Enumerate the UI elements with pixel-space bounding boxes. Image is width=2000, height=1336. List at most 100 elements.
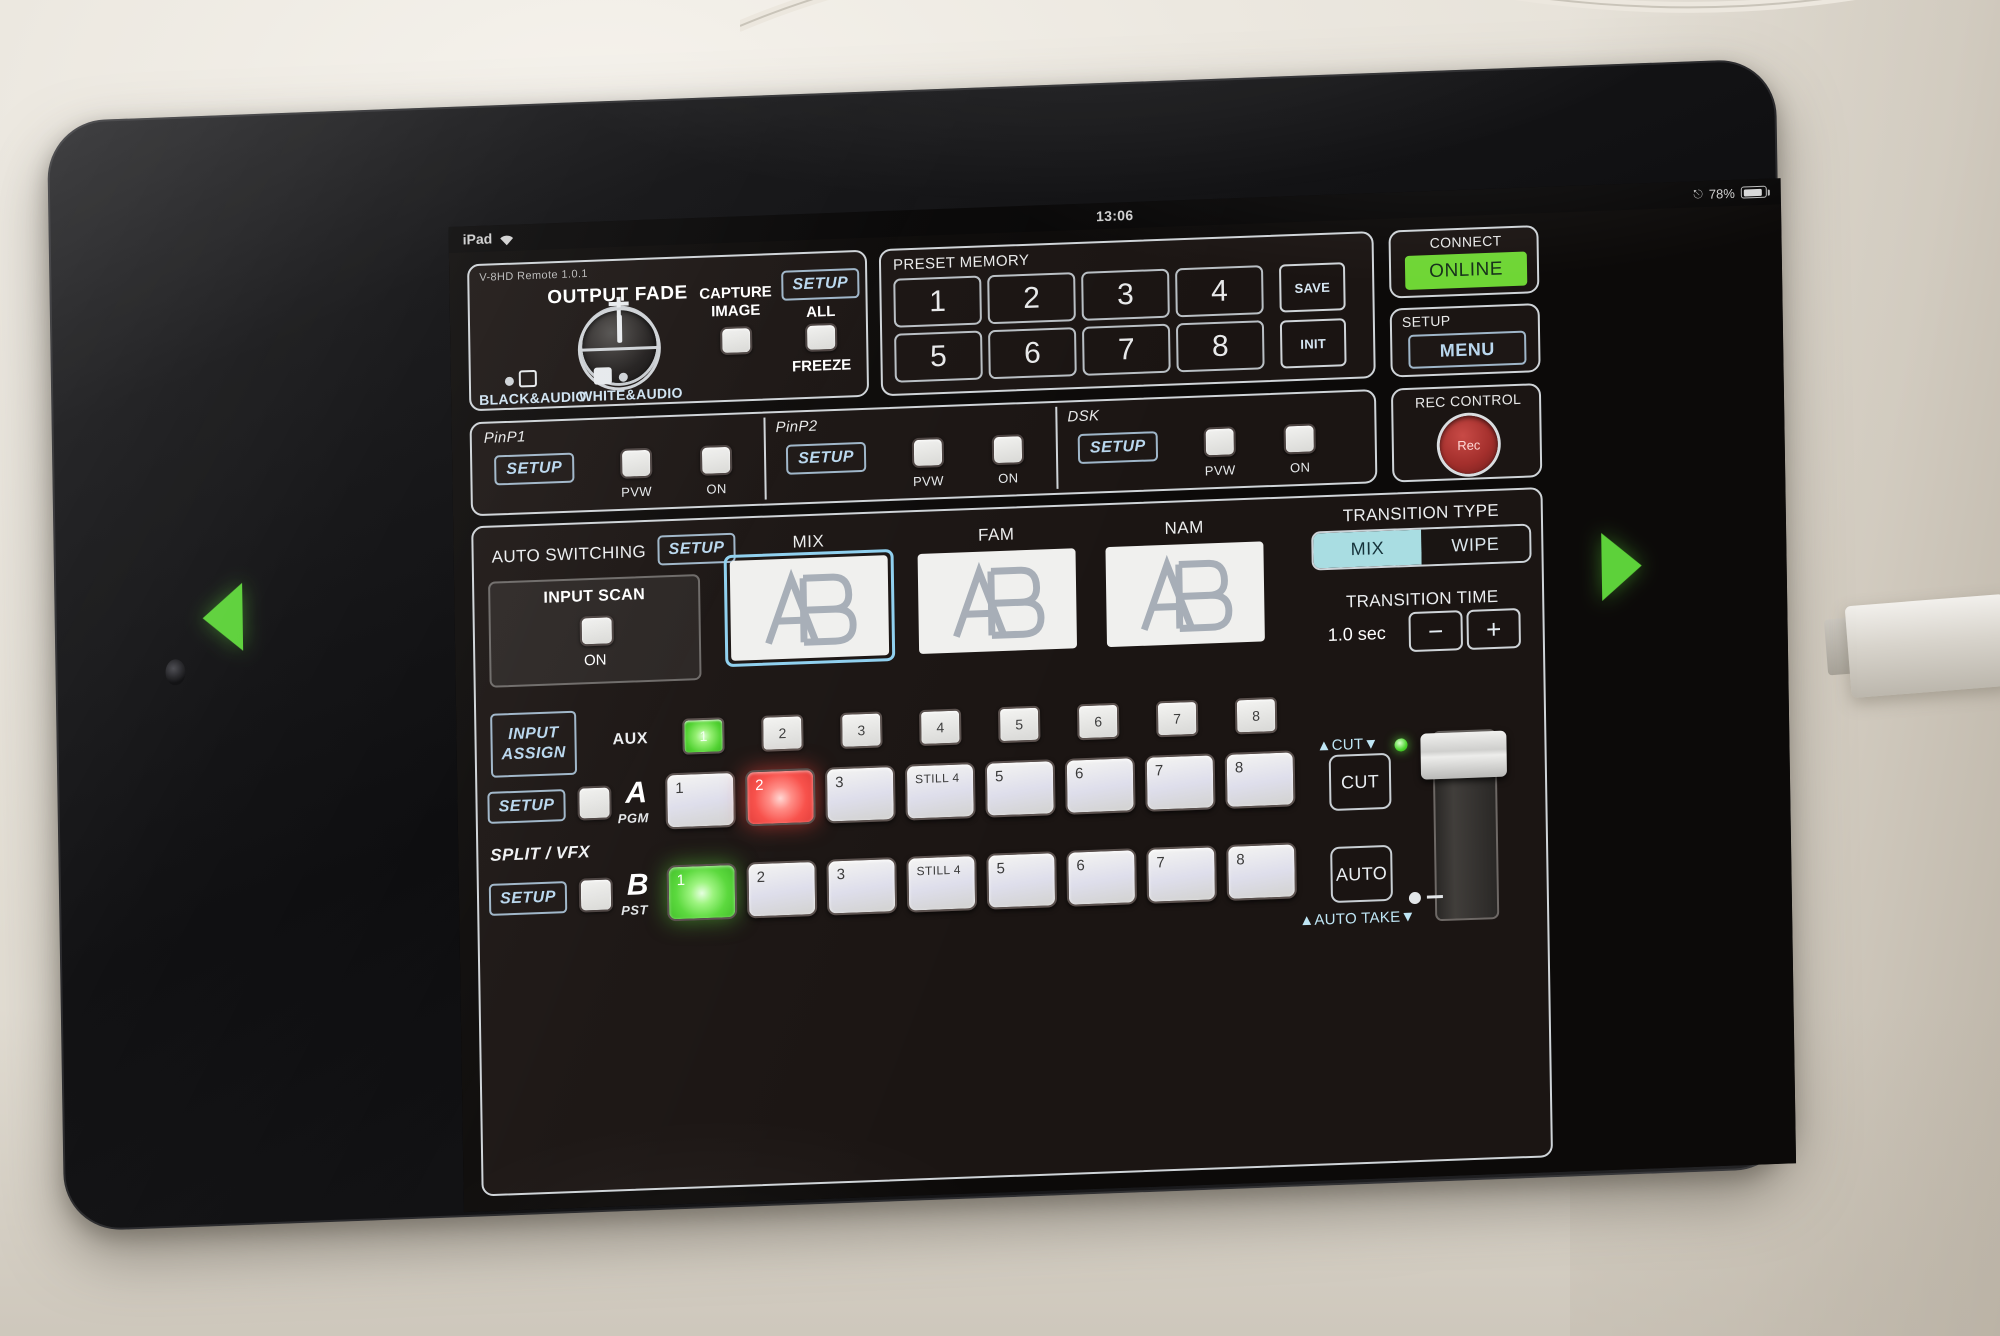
auto-switching-setup-button[interactable]: SETUP (657, 532, 736, 566)
menu-button[interactable]: MENU (1408, 330, 1527, 369)
connect-status-button[interactable]: ONLINE (1404, 251, 1528, 290)
cut-button[interactable]: CUT (1328, 752, 1392, 812)
transition-type-segmented[interactable]: MIX WIPE (1311, 523, 1532, 571)
preset-memory-button[interactable]: 8 (1175, 320, 1265, 373)
preview-thumbnail-image (1105, 541, 1265, 648)
source-button[interactable]: STILL 4 (904, 762, 976, 821)
source-button[interactable]: 1 (665, 770, 736, 830)
preset-memory-panel: PRESET MEMORY 1234 5678 SAVE INIT (878, 231, 1376, 397)
capture-setup-button[interactable]: SETUP (781, 267, 860, 301)
aux-button[interactable]: 1 (682, 717, 725, 755)
bus-b-button-row: 1 2 3 STILL 4 5 6 7 8 (666, 842, 1306, 922)
input-assign-line2: ASSIGN (501, 744, 567, 764)
preset-memory-button[interactable]: 4 (1175, 265, 1264, 318)
source-button[interactable]: 1 (666, 862, 738, 922)
page-prev-button[interactable] (202, 582, 244, 653)
bus-a-setup-button[interactable]: SETUP (487, 789, 566, 824)
source-button-label: 1 (675, 779, 684, 798)
source-button[interactable]: 2 (746, 859, 818, 919)
source-button[interactable]: STILL 4 (906, 854, 978, 913)
bus-b-letter: B (626, 868, 649, 902)
setup-menu-title: SETUP (1401, 312, 1451, 331)
bus-a-split-button[interactable] (577, 785, 612, 821)
pinp1-on-button[interactable] (699, 444, 733, 476)
preset-memory-button[interactable]: 1 (893, 275, 982, 328)
cut-indicator-label: ▲CUT▼ (1316, 735, 1379, 755)
source-button[interactable]: 3 (824, 765, 896, 824)
ipad-screen: iPad 13:06 ⎋ 78% V-8HD Remote 1.0.1 OUTP… (248, 125, 1797, 1213)
preset-memory-button[interactable]: 5 (894, 330, 983, 383)
aux-button[interactable]: 5 (997, 705, 1041, 744)
capture-all-label: ALL (806, 302, 836, 321)
source-button-label: 6 (1074, 765, 1084, 783)
transition-type-wipe[interactable]: WIPE (1421, 525, 1530, 565)
aux-button[interactable]: 2 (761, 714, 804, 752)
pinp2-pvw-button[interactable] (911, 436, 945, 469)
aux-button[interactable]: 8 (1234, 696, 1278, 735)
source-button[interactable]: 8 (1226, 842, 1297, 901)
preset-memory-button[interactable]: 6 (988, 327, 1077, 380)
input-assign-button[interactable]: INPUT ASSIGN (490, 710, 578, 778)
pinp1-title: PinP1 (483, 428, 526, 447)
preset-save-button[interactable]: SAVE (1278, 262, 1346, 313)
auto-take-label: ▲AUTO TAKE▼ (1299, 908, 1416, 930)
preset-memory-button[interactable]: 3 (1081, 268, 1170, 321)
usb-dongle (1844, 593, 2000, 699)
source-button-label: STILL 4 (916, 862, 962, 879)
preview-thumbnail[interactable]: NAM (1105, 518, 1265, 648)
source-button[interactable]: 5 (984, 759, 1056, 818)
page-next-button[interactable] (1601, 531, 1643, 601)
dsk-title: DSK (1067, 407, 1100, 426)
source-button-label: 6 (1076, 857, 1085, 875)
rotation-lock-icon: ⎋ (1693, 186, 1703, 201)
input-scan-toggle[interactable] (579, 615, 615, 647)
preview-thumbnail[interactable]: FAM (917, 524, 1078, 655)
pinp2-setup-button[interactable]: SETUP (785, 441, 867, 475)
pinp1-pvw-button[interactable] (619, 447, 653, 479)
source-button[interactable]: 5 (986, 851, 1058, 910)
aux-button[interactable]: 6 (1076, 702, 1120, 741)
transition-type-mix[interactable]: MIX (1313, 529, 1422, 569)
dsk-on-label: ON (1289, 459, 1311, 476)
preset-memory-grid: 1234 5678 (893, 265, 1265, 383)
auto-button[interactable]: AUTO (1330, 844, 1393, 904)
preset-memory-button[interactable]: 7 (1081, 323, 1171, 376)
rec-control-panel: REC CONTROL Rec (1390, 383, 1543, 483)
battery-icon (1740, 185, 1767, 199)
preset-init-button[interactable]: INIT (1279, 318, 1347, 369)
photo-scene: iPad 13:06 ⎋ 78% V-8HD Remote 1.0.1 OUTP… (0, 0, 2000, 1336)
freeze-button[interactable] (804, 322, 838, 353)
source-button-label: 7 (1154, 762, 1164, 780)
transition-time-minus-button[interactable]: − (1408, 610, 1464, 653)
aux-button[interactable]: 7 (1155, 699, 1199, 738)
source-button[interactable]: 7 (1146, 845, 1217, 904)
bus-b-split-button[interactable] (578, 877, 614, 913)
pinp1-setup-button[interactable]: SETUP (494, 452, 575, 486)
aux-button[interactable]: 3 (840, 711, 883, 749)
source-button[interactable]: 7 (1144, 753, 1216, 812)
rec-button[interactable]: Rec (1439, 414, 1499, 475)
dsk-pvw-button[interactable] (1203, 426, 1237, 458)
fade-right-square-icon (593, 367, 612, 385)
source-button[interactable]: 2 (744, 767, 816, 827)
preset-memory-button[interactable]: 2 (987, 272, 1076, 325)
white-audio-label: WHITE&AUDIO (579, 384, 683, 405)
dsk-setup-button[interactable]: SETUP (1077, 431, 1159, 465)
capture-image-label-line1: CAPTURE (699, 283, 772, 303)
bus-b-setup-button[interactable]: SETUP (488, 881, 568, 916)
aux-button[interactable]: 4 (919, 708, 962, 747)
fade-left-square-icon (518, 369, 537, 388)
source-button[interactable]: 3 (826, 857, 898, 916)
pinp2-on-button[interactable] (991, 434, 1025, 466)
pinp2-on-label: ON (998, 470, 1019, 487)
dsk-on-button[interactable] (1283, 423, 1316, 455)
source-button[interactable]: 6 (1066, 848, 1138, 907)
preview-thumbnail-image (729, 555, 890, 661)
connect-panel: CONNECT ONLINE (1388, 225, 1540, 299)
transition-time-plus-button[interactable]: + (1466, 607, 1521, 650)
source-button[interactable]: 8 (1224, 750, 1296, 809)
t-bar-handle[interactable] (1420, 730, 1508, 780)
capture-image-button[interactable] (720, 325, 753, 356)
source-button[interactable]: 6 (1064, 756, 1136, 815)
preview-thumbnail[interactable]: MIX (723, 531, 896, 668)
